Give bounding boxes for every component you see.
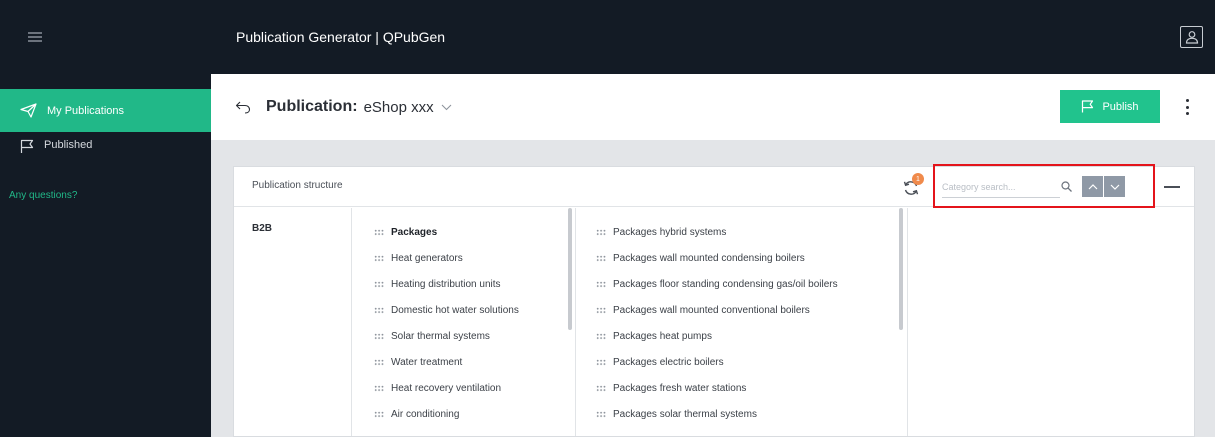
category-item[interactable]: Heating distribution units — [374, 271, 575, 297]
panel-header: Publication structure 1 — [234, 164, 1194, 208]
user-account-button[interactable] — [1180, 26, 1203, 48]
user-icon — [1185, 31, 1198, 44]
drag-handle-icon[interactable] — [596, 254, 606, 262]
category-item[interactable]: Solar thermal systems — [374, 323, 575, 349]
top-bar: Publication Generator | QPubGen — [211, 0, 1215, 74]
drag-handle-icon[interactable] — [374, 306, 384, 314]
structure-columns: B2B Packages Heat generators Heating distr… — [234, 208, 1194, 436]
category-item[interactable]: Packages floor standing condensing gas/o… — [596, 271, 907, 297]
category-label: Water treatment — [391, 356, 463, 368]
drag-handle-icon[interactable] — [596, 228, 606, 236]
sidebar: My Publications Published Any questions? — [0, 0, 211, 437]
drag-handle-icon[interactable] — [596, 384, 606, 392]
category-label: Heat generators — [391, 252, 463, 264]
drag-handle-icon[interactable] — [596, 358, 606, 366]
collapse-panel-button[interactable] — [1164, 186, 1180, 188]
category-label: Packages wall mounted conventional boile… — [613, 304, 810, 316]
root-node-b2b[interactable]: B2B — [252, 223, 351, 234]
sidebar-item-label: Published — [44, 139, 93, 151]
previous-result-button[interactable] — [1082, 176, 1103, 197]
drag-handle-icon[interactable] — [374, 228, 384, 236]
category-label: Packages solar thermal systems — [613, 408, 757, 420]
drag-handle-icon[interactable] — [596, 280, 606, 288]
category-label: Heating distribution units — [391, 278, 501, 290]
drag-handle-icon[interactable] — [374, 254, 384, 262]
category-column-2: Packages hybrid systems Packages wall mou… — [576, 208, 908, 436]
category-item[interactable]: Packages wall mounted condensing boilers — [596, 245, 907, 271]
category-column-1: Packages Heat generators Heating distribut… — [352, 208, 576, 436]
back-arrow-icon[interactable] — [235, 101, 251, 114]
category-list-1: Packages Heat generators Heating distribut… — [352, 208, 575, 427]
drag-handle-icon[interactable] — [374, 358, 384, 366]
category-label: Solar thermal systems — [391, 330, 490, 342]
category-label: Packages — [391, 226, 438, 238]
app-title: Publication Generator | QPubGen — [236, 29, 446, 45]
publish-button[interactable]: Publish — [1060, 90, 1160, 123]
category-label: Packages wall mounted condensing boilers — [613, 252, 805, 264]
drag-handle-icon[interactable] — [596, 410, 606, 418]
sidebar-item-label: My Publications — [47, 104, 125, 117]
drag-handle-icon[interactable] — [374, 384, 384, 392]
hamburger-menu-icon[interactable] — [28, 32, 42, 42]
drag-handle-icon[interactable] — [374, 410, 384, 418]
category-label: Packages hybrid systems — [613, 226, 727, 238]
sidebar-item-my-publications[interactable]: My Publications — [0, 89, 211, 132]
sidebar-item-published[interactable]: Published — [0, 132, 211, 168]
category-search-input[interactable] — [942, 176, 1060, 198]
category-item[interactable]: Packages electric boilers — [596, 349, 907, 375]
category-item[interactable]: Heat generators — [374, 245, 575, 271]
category-label: Packages electric boilers — [613, 356, 724, 368]
category-label: Heat recovery ventilation — [391, 382, 502, 394]
category-label: Packages fresh water stations — [613, 382, 747, 394]
sync-count-badge: 1 — [912, 173, 924, 185]
category-item[interactable]: Air conditioning — [374, 401, 575, 427]
drag-handle-icon[interactable] — [596, 332, 606, 340]
column-1-scrollbar[interactable] — [568, 208, 572, 330]
any-questions-link[interactable]: Any questions? — [0, 190, 211, 201]
publication-selector[interactable]: eShop xxx — [364, 99, 452, 116]
flag-icon — [20, 139, 34, 153]
drag-handle-icon[interactable] — [596, 306, 606, 314]
category-label: Air conditioning — [391, 408, 460, 420]
category-label: Packages floor standing condensing gas/o… — [613, 278, 838, 290]
column-2-scrollbar[interactable] — [899, 208, 903, 330]
publication-name: eShop xxx — [363, 98, 434, 116]
more-options-icon[interactable] — [1185, 99, 1189, 115]
category-item[interactable]: Packages fresh water stations — [596, 375, 907, 401]
publish-label: Publish — [1102, 100, 1139, 113]
panel-title: Publication structure — [252, 180, 343, 191]
category-item[interactable]: Heat recovery ventilation — [374, 375, 575, 401]
send-icon — [20, 103, 37, 118]
publication-label: Publication: — [266, 98, 358, 115]
next-result-button[interactable] — [1104, 176, 1125, 197]
category-list-2: Packages hybrid systems Packages wall mou… — [576, 208, 907, 427]
category-item[interactable]: Domestic hot water solutions — [374, 297, 575, 323]
category-label: Domestic hot water solutions — [391, 304, 519, 316]
chevron-down-icon — [441, 104, 452, 111]
search-icon[interactable] — [1061, 181, 1072, 192]
category-label: Packages heat pumps — [613, 330, 712, 342]
sync-button[interactable]: 1 — [899, 173, 929, 201]
root-column: B2B — [234, 208, 352, 436]
flag-icon — [1082, 100, 1094, 113]
chevron-up-icon — [1088, 183, 1097, 189]
sidebar-top — [0, 0, 211, 74]
category-item[interactable]: Packages hybrid systems — [596, 219, 907, 245]
category-item[interactable]: Packages heat pumps — [596, 323, 907, 349]
drag-handle-icon[interactable] — [374, 280, 384, 288]
drag-handle-icon[interactable] — [374, 332, 384, 340]
category-item[interactable]: Packages wall mounted conventional boile… — [596, 297, 907, 323]
publication-header: Publication: eShop xxx Publish — [211, 74, 1215, 140]
chevron-down-icon — [1110, 184, 1119, 190]
category-item[interactable]: Packages solar thermal systems — [596, 401, 907, 427]
category-item[interactable]: Water treatment — [374, 349, 575, 375]
category-item[interactable]: Packages — [374, 219, 575, 245]
publication-structure-panel: Publication structure 1 B2B — [233, 164, 1195, 437]
